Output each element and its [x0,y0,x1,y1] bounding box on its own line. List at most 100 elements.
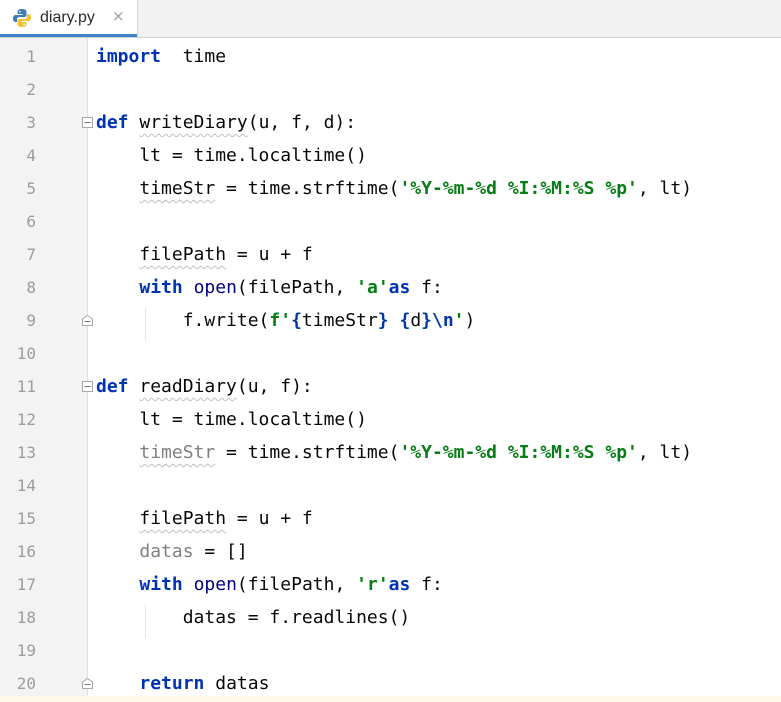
code-token: ) [464,310,476,331]
line-number: 7 [26,245,36,264]
indent-guide [145,308,146,341]
line-number: 6 [26,212,36,231]
line-number: 9 [26,311,36,330]
code-token: = u + f [226,508,313,529]
code-token: timeStr [139,178,216,199]
code-token: , lt) [637,442,693,463]
code-token: f: [410,574,443,595]
code-token: timeStr [301,310,378,331]
code-line[interactable]: def readDiary(u, f): [96,370,313,403]
code-token: 'r' [356,574,389,595]
code-token: '%Y-%m-%d %I:%M:%S %p' [399,442,638,463]
code-token: { [291,310,302,331]
line-number: 8 [26,278,36,297]
line-number: 1 [26,47,36,66]
code-line[interactable]: filePath = u + f [96,502,313,535]
line-number: 14 [16,476,36,495]
status-strip [0,696,781,702]
line-number: 16 [16,542,36,561]
code-line[interactable]: f.write(f'{timeStr} {d}\n') [96,304,476,337]
python-file-icon [13,9,31,27]
code-token: return [139,673,205,694]
code-token: writeDiary [139,112,248,133]
code-token: (u, f): [236,376,313,397]
code-token: with [139,574,183,595]
code-line[interactable]: with open(filePath, 'r'as f: [96,568,443,601]
code-token: filePath [139,508,227,529]
code-editor[interactable]: 1 import time 2 3 def writeDiary(u, f, d): 4 … [0,38,781,702]
code-token: open [193,574,237,595]
code-token: as [388,574,411,595]
code-token: timeStr [139,442,216,463]
code-token: open [193,277,237,298]
code-token: datas = f.readlines() [96,607,411,628]
line-number: 19 [16,641,36,660]
line-number: 12 [16,410,36,429]
code-line[interactable]: datas = f.readlines() [96,601,411,634]
code-token: datas [139,541,194,562]
code-token: time [161,46,227,67]
code-token: (filePath, [236,574,357,595]
code-token: f' [269,310,292,331]
code-line[interactable]: with open(filePath, 'a'as f: [96,271,443,304]
code-token: (u, f, d): [247,112,357,133]
line-number: 11 [16,377,36,396]
code-token: lt = time.localtime() [96,145,367,166]
code-token: = u + f [226,244,313,265]
code-token: ' [453,310,465,331]
code-token: readDiary [139,376,237,397]
code-line[interactable]: timeStr = time.strftime('%Y-%m-%d %I:%M:… [96,172,692,205]
fold-end-icon[interactable] [82,678,93,689]
line-number: 15 [16,509,36,528]
line-number: 4 [26,146,36,165]
code-line[interactable]: def writeDiary(u, f, d): [96,106,356,139]
code-token: as [388,277,411,298]
editor-tab-bar: diary.py × [0,0,781,38]
code-token: d [410,310,422,331]
code-token: f.write( [96,310,270,331]
code-token: '%Y-%m-%d %I:%M:%S %p' [399,178,638,199]
code-token: 'a' [356,277,389,298]
code-token: import [96,46,162,67]
code-token: = time.strftime( [215,178,400,199]
code-token: def [96,112,129,133]
code-token: f: [410,277,443,298]
code-token: with [139,277,183,298]
code-line[interactable]: datas = [] [96,535,248,568]
line-number: 3 [26,113,36,132]
code-line[interactable]: filePath = u + f [96,238,313,271]
fold-start-icon[interactable] [82,117,93,128]
code-token: datas [204,673,270,694]
fold-start-icon[interactable] [82,381,93,392]
code-line[interactable]: import time [96,40,226,73]
code-line[interactable]: lt = time.localtime() [96,139,367,172]
active-tab-indicator [0,34,137,37]
code-line[interactable]: timeStr = time.strftime('%Y-%m-%d %I:%M:… [96,436,692,469]
line-number: 13 [16,443,36,462]
code-token: def [96,376,129,397]
tab-diary-py[interactable]: diary.py × [0,0,138,37]
line-number: 10 [16,344,36,363]
code-line[interactable]: lt = time.localtime() [96,403,367,436]
line-number: 18 [16,608,36,627]
fold-end-icon[interactable] [82,315,93,326]
line-number: 17 [16,575,36,594]
close-icon[interactable]: × [112,7,125,25]
code-token: = [] [193,541,248,562]
code-token: , lt) [637,178,693,199]
indent-guide [145,605,146,638]
code-token: filePath [139,244,227,265]
code-token: }\n [421,310,454,331]
